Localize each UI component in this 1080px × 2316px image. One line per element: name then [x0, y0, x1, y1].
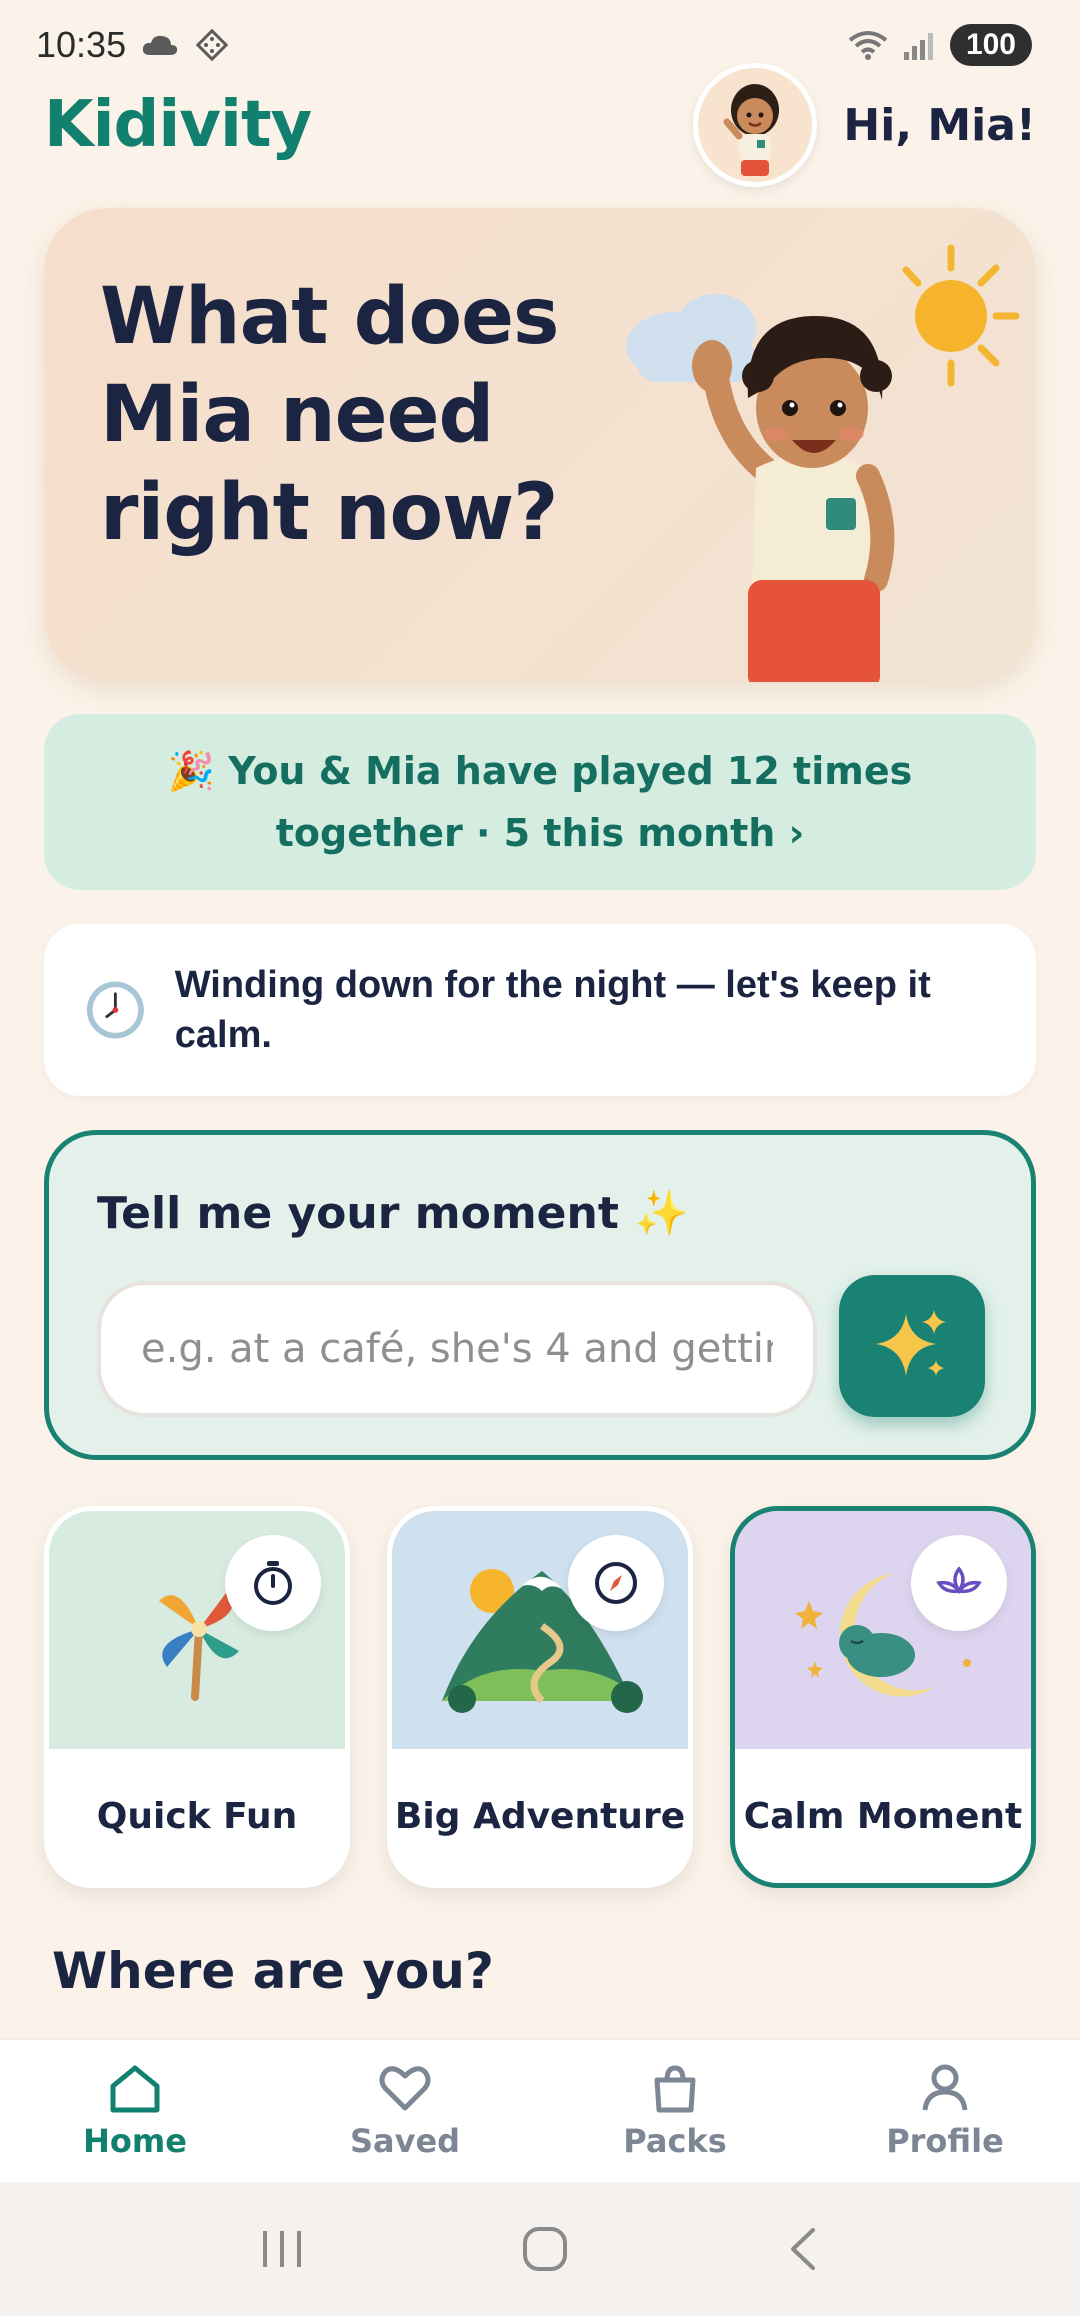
moment-prompt-card: Tell me your moment ✨	[44, 1130, 1036, 1460]
boy-waving-illustration	[626, 244, 1020, 682]
nav-item-saved[interactable]: Saved	[305, 2062, 505, 2160]
generate-ideas-button[interactable]	[839, 1275, 985, 1417]
nav-item-packs[interactable]: Packs	[575, 2062, 775, 2160]
moment-input[interactable]	[97, 1281, 817, 1417]
compass-icon	[595, 1562, 637, 1604]
app-header: Kidivity Hi, Mia!	[0, 60, 1080, 190]
mode-card-quick-fun[interactable]: Quick Fun	[44, 1506, 350, 1888]
mode-badge-quick-fun	[225, 1535, 321, 1631]
mode-badge-big-adventure	[568, 1535, 664, 1631]
wifi-icon	[848, 31, 888, 60]
hero-card: What does Mia need right now?	[44, 208, 1036, 682]
boy-figure	[692, 315, 895, 682]
signal-icon	[903, 33, 933, 60]
system-nav-bar	[0, 2182, 1080, 2316]
cloud-illustration	[626, 294, 756, 382]
nav-item-home[interactable]: Home	[35, 2062, 235, 2160]
mode-badge-calm-moment	[911, 1535, 1007, 1631]
bag-icon	[654, 2065, 696, 2113]
home-icon	[110, 2065, 160, 2113]
clock-icon	[86, 981, 144, 1039]
timer-icon	[254, 1561, 292, 1605]
nav-label-home: Home	[83, 2122, 187, 2160]
nav-item-profile[interactable]: Profile	[845, 2062, 1045, 2160]
play-stats-text: 🎉 You & Mia have played 12 times togethe…	[167, 749, 913, 855]
hero-title: What does Mia need right now?	[100, 272, 559, 558]
greeting-text: Hi, Mia!	[843, 99, 1036, 151]
back-icon[interactable]	[783, 2224, 823, 2274]
bottom-nav: Home Saved Packs Profile	[0, 2038, 1080, 2182]
sparkles-icon	[876, 1310, 946, 1376]
brand-logo: Kidivity	[44, 88, 312, 162]
lotus-icon	[936, 1566, 982, 1595]
mode-label-calm-moment: Calm Moment	[743, 1795, 1023, 1837]
mode-label-quick-fun: Quick Fun	[96, 1795, 298, 1837]
mood-text: Winding down for the night — let's keep …	[174, 964, 931, 1056]
boy-avatar-icon	[723, 84, 780, 176]
moment-title: Tell me your moment ✨	[97, 1188, 689, 1239]
diamond-grid-icon	[195, 28, 229, 62]
avatar[interactable]	[693, 63, 818, 187]
greeting-area: Hi, Mia!	[693, 63, 1036, 187]
play-stats-banner[interactable]: 🎉 You & Mia have played 12 times togethe…	[44, 714, 1036, 890]
home-circle-icon[interactable]	[520, 2224, 570, 2274]
person-icon	[922, 2064, 968, 2111]
cloud-icon	[142, 35, 178, 55]
nav-label-packs: Packs	[623, 2122, 727, 2160]
section-title-location: Where are you?	[52, 1942, 494, 2000]
mode-label-big-adventure: Big Adventure	[394, 1795, 686, 1837]
nav-label-profile: Profile	[886, 2122, 1004, 2160]
mode-card-big-adventure[interactable]: Big Adventure	[387, 1506, 693, 1888]
heart-icon	[379, 2066, 431, 2111]
nav-label-saved: Saved	[349, 2122, 461, 2160]
mode-card-calm-moment[interactable]: Calm Moment	[730, 1506, 1036, 1888]
bedtime-mood-card: Winding down for the night — let's keep …	[44, 924, 1036, 1096]
recent-apps-icon[interactable]	[257, 2227, 307, 2271]
